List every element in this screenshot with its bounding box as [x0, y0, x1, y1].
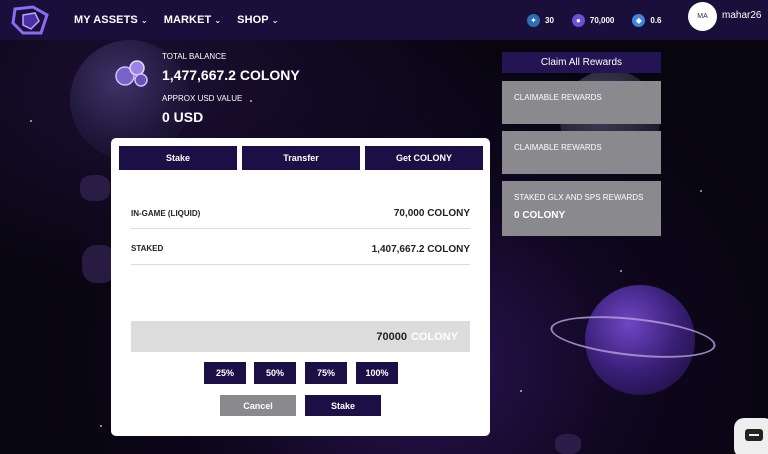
chevron-down-icon: ⌄ — [214, 15, 222, 25]
logo-icon[interactable] — [8, 4, 54, 36]
nav-shop[interactable]: SHOP ⌄ — [237, 14, 278, 26]
reward-title: CLAIMABLE REWARDS — [514, 143, 602, 152]
avatar[interactable]: MA — [688, 2, 717, 31]
reward-title: CLAIMABLE REWARDS — [514, 93, 602, 102]
colony-coin-icon: ● — [571, 13, 585, 27]
in-game-liquid-label: IN-GAME (LIQUID) — [131, 209, 201, 218]
star — [250, 100, 252, 102]
nav-market[interactable]: MARKET ⌄ — [164, 14, 221, 26]
stake-button[interactable]: Stake — [305, 395, 381, 416]
chat-icon — [744, 428, 764, 449]
star — [520, 390, 522, 392]
amount-value: 70000 — [376, 330, 407, 343]
claimable-rewards-card: CLAIMABLE REWARDS — [502, 131, 661, 174]
chevron-down-icon: ⌄ — [140, 15, 148, 25]
stat-value: 0.6 — [650, 15, 662, 25]
star — [30, 120, 32, 122]
percent-100-button[interactable]: 100% — [356, 362, 398, 384]
star — [620, 270, 622, 272]
resource-stats: ✦ 30 ● 70,000 ◆ 0.6 — [527, 0, 680, 40]
nav-my-assets[interactable]: MY ASSETS ⌄ — [74, 14, 148, 26]
percent-25-button[interactable]: 25% — [204, 362, 246, 384]
nav-label: MY ASSETS — [74, 14, 138, 26]
staked-label: STAKED — [131, 244, 164, 253]
stat-value: 30 — [545, 15, 554, 25]
energy-icon: ✦ — [527, 13, 540, 27]
chevron-down-icon: ⌄ — [271, 15, 279, 25]
colony-token-icon — [113, 58, 151, 88]
nav-label: MARKET — [163, 14, 212, 26]
total-balance-label: TOTAL BALANCE — [162, 52, 227, 61]
staked-value: 1,407,667.2 COLONY — [371, 244, 470, 255]
nav-label: SHOP — [237, 14, 269, 26]
stat-value: 70,000 — [589, 15, 615, 25]
tab-get-colony[interactable]: Get COLONY — [365, 146, 483, 170]
stake-modal: Stake Transfer Get COLONY IN-GAME (LIQUI… — [111, 138, 490, 436]
claimable-rewards-card: CLAIMABLE REWARDS — [502, 81, 661, 124]
percent-75-button[interactable]: 75% — [305, 362, 347, 384]
top-navigation-bar: MY ASSETS ⌄ MARKET ⌄ SHOP ⌄ ✦ 30 ● 70,00… — [0, 0, 768, 40]
tab-stake[interactable]: Stake — [119, 146, 237, 170]
username[interactable]: mahar26 — [722, 10, 761, 21]
crystal-icon: ◆ — [632, 13, 646, 27]
stat-colony[interactable]: ● 70,000 — [571, 13, 615, 27]
chat-widget-button[interactable] — [734, 418, 768, 454]
in-game-liquid-value: 70,000 COLONY — [393, 208, 470, 219]
amount-input[interactable]: 70000 COLONY — [131, 321, 470, 352]
stat-crystal[interactable]: ◆ 0.6 — [632, 13, 662, 27]
percent-50-button[interactable]: 50% — [254, 362, 296, 384]
star — [100, 425, 102, 427]
divider — [131, 228, 470, 229]
background-rock — [80, 175, 110, 201]
usd-value-label: APPROX USD VALUE — [162, 94, 243, 103]
amount-unit: COLONY — [410, 330, 458, 343]
total-balance-value: 1,477,667.2 COLONY — [162, 67, 300, 83]
usd-value: 0 USD — [162, 109, 204, 125]
claim-all-rewards-button[interactable]: Claim All Rewards — [502, 52, 661, 73]
staked-rewards-card: STAKED GLX AND SPS REWARDS 0 COLONY — [502, 181, 661, 236]
stat-energy[interactable]: ✦ 30 — [527, 13, 554, 27]
cancel-button[interactable]: Cancel — [220, 395, 296, 416]
background-rock — [555, 434, 581, 454]
main-nav: MY ASSETS ⌄ MARKET ⌄ SHOP ⌄ — [74, 14, 295, 26]
reward-title: STAKED GLX AND SPS REWARDS — [514, 193, 644, 202]
tab-transfer[interactable]: Transfer — [242, 146, 360, 170]
star — [700, 190, 702, 192]
reward-value: 0 COLONY — [514, 210, 566, 221]
divider — [131, 264, 470, 265]
